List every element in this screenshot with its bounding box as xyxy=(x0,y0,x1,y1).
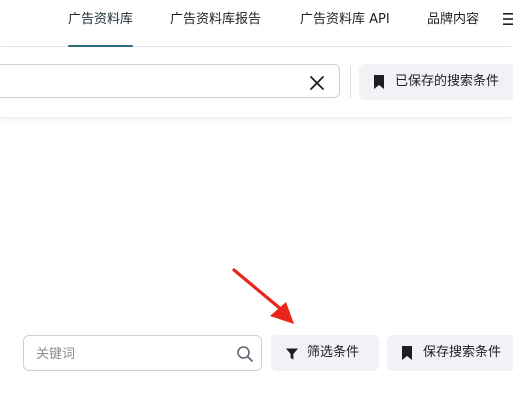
save-search-label: 保存搜索条件 xyxy=(423,345,502,360)
search-icon[interactable] xyxy=(236,345,254,367)
tab-branded-content[interactable]: 品牌内容 xyxy=(427,11,479,35)
keyword-input[interactable] xyxy=(34,343,233,365)
divider xyxy=(350,66,351,98)
saved-searches-label: 已保存的搜索条件 xyxy=(395,74,500,89)
saved-searches-button[interactable]: 已保存的搜索条件 xyxy=(359,64,513,100)
top-navigation: 广告资料库 广告资料库报告 广告资料库 API 品牌内容 xyxy=(0,0,513,47)
filter-funnel-icon xyxy=(285,346,299,365)
tab-label: 广告资料库报告 xyxy=(170,12,262,27)
bookmark-icon xyxy=(373,74,385,94)
tab-label: 广告资料库 xyxy=(68,12,134,27)
close-icon[interactable] xyxy=(307,73,327,93)
tab-ad-library-api[interactable]: 广告资料库 API xyxy=(300,11,390,35)
hamburger-menu-icon[interactable] xyxy=(503,11,513,27)
tab-label: 广告资料库 API xyxy=(300,12,390,27)
filters-label: 筛选条件 xyxy=(307,345,360,360)
tab-ad-library-report[interactable]: 广告资料库报告 xyxy=(170,11,261,35)
keyword-search-field[interactable] xyxy=(23,335,262,371)
bookmark-icon xyxy=(401,345,413,365)
ad-search-input[interactable] xyxy=(0,64,340,98)
tab-label: 品牌内容 xyxy=(427,12,480,27)
tab-ad-library[interactable]: 广告资料库 xyxy=(68,11,134,47)
save-search-button[interactable]: 保存搜索条件 xyxy=(387,335,513,371)
filters-button[interactable]: 筛选条件 xyxy=(271,335,379,371)
ad-library-page: 广告资料库 广告资料库报告 广告资料库 API 品牌内容 已保存的搜索条件 关键… xyxy=(0,0,513,413)
annotation-arrow-icon xyxy=(232,268,294,324)
